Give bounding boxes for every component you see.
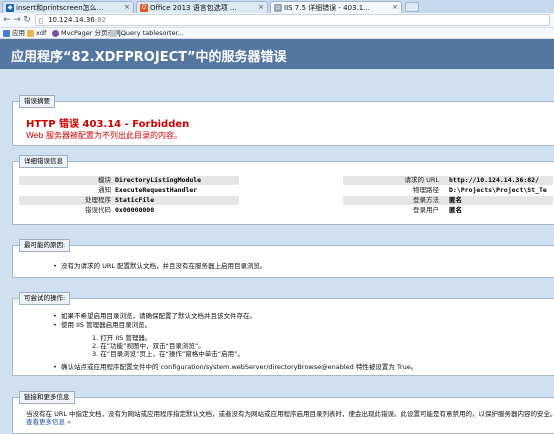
bookmark-tablesorter[interactable]: jQuery tablesorter...: [110, 29, 184, 38]
tab-office[interactable]: O Office 2013 语言包选项 ... ×: [136, 1, 268, 13]
page-icon: [110, 30, 117, 37]
actions-box: 可尝试的操作: 如果不希望启用目录浏览，请确保配置了默认文档并且该文件存在。 使…: [12, 292, 554, 376]
action-step: 1. 打开 IIS 管理器。: [92, 334, 152, 342]
page-favicon-icon: ▫: [274, 4, 282, 12]
detail-label: 通知: [98, 186, 111, 194]
detail-row: 错误代码 0x00000000: [19, 206, 239, 215]
more-info-link[interactable]: 查看更多信息 »: [26, 418, 71, 426]
action-item: 确认站点或应用程序配置文件中的 configuration/system.web…: [53, 363, 417, 371]
detail-value: 匿名: [449, 206, 462, 214]
bookmark-label: jQuery tablesorter...: [119, 29, 184, 37]
action-step: 2. 在“功能”视图中，双击“目录浏览”。: [92, 342, 205, 350]
address-port: :82: [94, 16, 107, 24]
section-legend: 详细错误信息: [19, 155, 68, 168]
folder-icon: [27, 30, 34, 37]
detail-value: StaticFile: [115, 196, 155, 204]
bookmark-xdf[interactable]: xdf: [27, 29, 46, 38]
detail-label: 物理路径: [413, 186, 439, 194]
reload-icon[interactable]: ↻: [22, 15, 32, 25]
error-description: Web 服务器被配置为不列出此目录的内容。: [26, 131, 182, 140]
section-legend: 最可能的原因:: [19, 239, 71, 252]
section-legend: 链接和更多信息: [19, 391, 75, 404]
error-summary-box: 错误摘要 HTTP 错误 403.14 - Forbidden Web 服务器被…: [12, 95, 554, 146]
causes-box: 最可能的原因: 没有为请求的 URL 配置默认文档，并且没有在服务器上启用目录浏…: [12, 239, 554, 278]
tab-insert[interactable]: ◆ insert和printscreen怎么... ×: [2, 1, 134, 13]
tab-label: Office 2013 语言包选项 ...: [150, 4, 237, 12]
detail-value: 匿名: [449, 196, 462, 204]
page-icon: ▯: [39, 17, 43, 25]
blog-favicon-icon: ◆: [6, 4, 14, 12]
bookmark-label: 应用: [12, 29, 25, 37]
avatar-icon: [52, 30, 59, 37]
page-header: 应用程序“82.XDFPROJECT”中的服务器错误: [0, 39, 554, 69]
error-details-box: 详细错误信息 模块 DirectoryListingModule 通知 Exec…: [12, 155, 554, 225]
action-item: 如果不希望启用目录浏览，请确保配置了默认文档并且该文件存在。: [53, 312, 256, 320]
detail-label: 登录用户: [413, 206, 439, 214]
tab-iis-error[interactable]: ▫ IIS 7.5 详细错误 - 403.1... ×: [270, 1, 402, 13]
close-icon[interactable]: ×: [258, 2, 264, 12]
detail-row: 模块 DirectoryListingModule: [19, 176, 239, 185]
browser-toolbar: ← → ↻ ▯ 10.124.14.36:82: [0, 13, 554, 28]
detail-value: ExecuteRequestHandler: [115, 186, 198, 194]
detail-row: 请求的 URL http://10.124.14.36:82/: [343, 176, 553, 185]
detail-value: 0x00000000: [115, 206, 155, 214]
error-title: HTTP 错误 403.14 - Forbidden: [26, 119, 190, 130]
tab-strip: ◆ insert和printscreen怎么... × O Office 201…: [0, 0, 554, 13]
bookmark-label: xdf: [36, 29, 47, 37]
address-host: 10.124.14.36: [48, 16, 95, 24]
close-icon[interactable]: ×: [392, 2, 398, 12]
bookmark-apps[interactable]: 应用: [3, 29, 25, 38]
new-tab-button[interactable]: [405, 2, 419, 12]
action-item: 使用 IIS 管理器启用目录浏览。: [53, 321, 151, 329]
tab-label: insert和printscreen怎么...: [16, 4, 104, 12]
info-text: 当没有在 URL 中指定文档，没有为网站或应用程序指定默认文档，或者没有为网站或…: [26, 410, 554, 418]
detail-value: http://10.124.14.36:82/: [449, 176, 540, 184]
detail-row: 通知 ExecuteRequestHandler: [19, 186, 239, 195]
detail-label: 模块: [98, 176, 111, 184]
detail-row: 登录方法 匿名: [343, 196, 553, 205]
tab-label: IIS 7.5 详细错误 - 403.1...: [284, 4, 370, 12]
office-favicon-icon: O: [140, 4, 148, 12]
detail-row: 处理程序 StaticFile: [19, 196, 239, 205]
forward-icon[interactable]: →: [12, 15, 22, 25]
cause-item: 没有为请求的 URL 配置默认文档，并且没有在服务器上启用目录浏览。: [53, 262, 267, 270]
detail-label: 错误代码: [85, 206, 111, 214]
detail-value: D:\Projects\Project\St_Te: [449, 186, 547, 194]
page-title: 应用程序“82.XDFPROJECT”中的服务器错误: [11, 50, 287, 65]
detail-value: DirectoryListingModule: [115, 176, 202, 184]
detail-label: 请求的 URL: [404, 176, 439, 184]
apps-grid-icon: [3, 30, 10, 37]
bookmarks-bar: 应用 xdf MvcPager 分页示例... jQuery tablesort…: [0, 28, 554, 39]
links-box: 链接和更多信息 当没有在 URL 中指定文档，没有为网站或应用程序指定默认文档，…: [12, 391, 554, 434]
detail-row: 登录用户 匿名: [343, 206, 553, 215]
action-step: 3. 在“目录浏览”页上，在“操作”窗格中单击“启用”。: [92, 350, 244, 358]
detail-label: 登录方法: [413, 196, 439, 204]
back-icon[interactable]: ←: [2, 15, 12, 25]
detail-row: 物理路径 D:\Projects\Project\St_Te: [343, 186, 553, 195]
close-icon[interactable]: ×: [124, 2, 130, 12]
detail-label: 处理程序: [85, 196, 111, 204]
section-legend: 错误摘要: [19, 95, 55, 108]
section-legend: 可尝试的操作:: [19, 292, 71, 305]
address-bar[interactable]: ▯ 10.124.14.36:82: [35, 14, 550, 26]
